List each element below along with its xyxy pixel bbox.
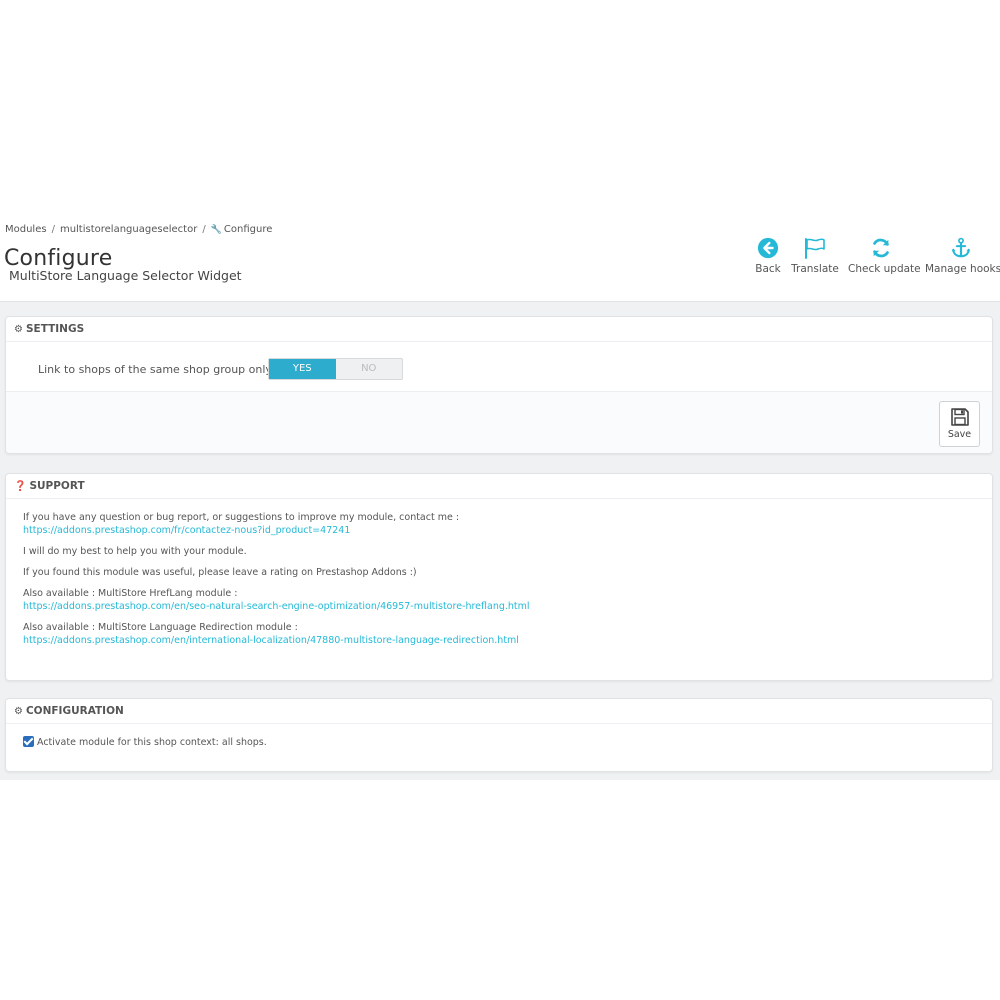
settings-footer: Save <box>6 391 992 453</box>
support-hreflang-text: Also available : MultiStore HrefLang mod… <box>23 588 238 599</box>
support-hreflang-link[interactable]: https://addons.prestashop.com/en/seo-nat… <box>23 601 530 612</box>
wrench-icon: 🔧 <box>210 225 222 235</box>
settings-heading: ⚙ SETTINGS <box>6 317 992 342</box>
switch-no[interactable]: NO <box>336 359 403 379</box>
support-redirection-text: Also available : MultiStore Language Red… <box>23 622 298 633</box>
anchor-icon <box>951 237 971 258</box>
breadcrumb-current: Configure <box>223 224 273 235</box>
support-body: If you have any question or bug report, … <box>6 499 992 667</box>
settings-panel: ⚙ SETTINGS Link to shops of the same shop… <box>5 316 993 454</box>
configuration-heading-text: CONFIGURATION <box>25 705 124 717</box>
support-contact-link[interactable]: https://addons.prestashop.com/fr/contact… <box>23 525 350 536</box>
support-heading: ❓ SUPPORT <box>6 474 992 499</box>
admin-screenshot: Modules / multistorelanguageselector / 🔧 Conf… <box>0 218 1000 780</box>
back-label: Back <box>755 263 781 275</box>
save-label: Save <box>947 429 972 440</box>
translate-button[interactable]: Translate <box>790 237 840 275</box>
configuration-heading: ⚙ CONFIGURATION <box>6 699 992 724</box>
manage-hooks-label: Manage hooks <box>925 263 1000 275</box>
breadcrumb-module-name[interactable]: multistorelanguageselector <box>60 224 197 235</box>
link-same-group-label: Link to shops of the same shop group onl… <box>38 363 272 376</box>
page-subtitle: MultiStore Language Selector Widget <box>9 268 242 283</box>
support-panel: ❓ SUPPORT If you have any question or bug… <box>5 473 993 681</box>
refresh-icon <box>873 238 889 258</box>
support-contact-paragraph: If you have any question or bug report, … <box>23 511 975 537</box>
configuration-panel: ⚙ CONFIGURATION Activate module for this … <box>5 698 993 772</box>
check-update-label: Check update <box>848 263 921 275</box>
support-contact-text: If you have any question or bug report, … <box>23 512 460 523</box>
support-heading-text: SUPPORT <box>29 480 85 492</box>
support-redirection-paragraph: Also available : MultiStore Language Red… <box>23 621 975 647</box>
manage-hooks-button[interactable]: Manage hooks <box>925 237 1000 275</box>
settings-heading-text: SETTINGS <box>25 323 85 335</box>
support-help-text: I will do my best to help you with your … <box>23 546 247 557</box>
page-header: Modules / multistorelanguageselector / 🔧 Conf… <box>0 218 1000 302</box>
check-update-button[interactable]: Check update <box>848 237 921 275</box>
activate-module-checkbox[interactable] <box>23 736 34 747</box>
back-arrow-icon <box>757 237 779 259</box>
gears-icon: ⚙ <box>14 706 23 717</box>
support-redirection-link[interactable]: https://addons.prestashop.com/en/interna… <box>23 635 519 646</box>
breadcrumb-modules[interactable]: Modules <box>5 224 47 235</box>
activate-module-label: Activate module for this shop context: a… <box>37 737 267 748</box>
floppy-disk-icon <box>950 408 969 426</box>
translate-label: Translate <box>791 263 839 275</box>
link-same-group-switch[interactable]: YES NO <box>268 358 403 380</box>
breadcrumb-separator: / <box>51 224 55 235</box>
switch-yes[interactable]: YES <box>269 359 336 379</box>
support-hreflang-paragraph: Also available : MultiStore HrefLang mod… <box>23 587 975 613</box>
back-button[interactable]: Back <box>753 237 783 275</box>
support-rating-text: If you found this module was useful, ple… <box>23 567 417 578</box>
configuration-body: Activate module for this shop context: a… <box>6 724 992 760</box>
breadcrumb-separator: / <box>202 224 206 235</box>
breadcrumb: Modules / multistorelanguageselector / 🔧 Conf… <box>5 224 272 235</box>
question-circle-icon: ❓ <box>14 481 27 492</box>
flag-icon <box>805 238 825 259</box>
gears-icon: ⚙ <box>14 324 23 335</box>
save-button[interactable]: Save <box>939 401 980 447</box>
